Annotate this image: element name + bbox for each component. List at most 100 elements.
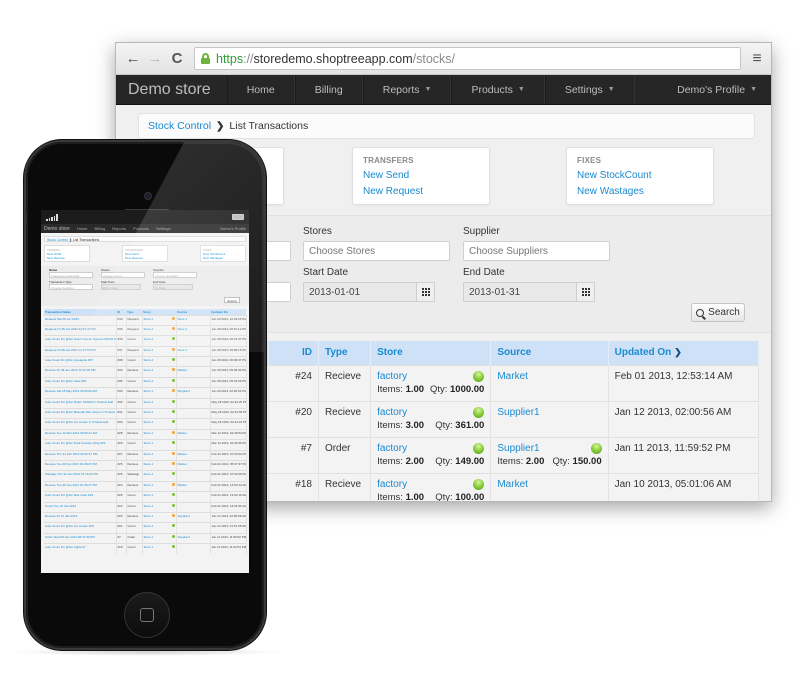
phone-transaction-name[interactable]: Recieve Fri 11 Jan 2013 xyxy=(44,511,117,523)
phone-new-request-link[interactable]: New Request xyxy=(125,256,165,260)
phone-nav-billing[interactable]: Billing xyxy=(95,226,106,231)
source-link[interactable]: Supplier1 xyxy=(497,443,539,454)
phone-store-cell[interactable]: Store 1 xyxy=(142,449,177,461)
store-link[interactable]: factory xyxy=(377,371,407,382)
phone-store-cell[interactable]: Store 1 xyxy=(142,491,177,503)
phone-store-cell[interactable]: Store 2 xyxy=(142,345,177,357)
phone-nav-profile[interactable]: Demo's Profile xyxy=(220,226,246,231)
store-link[interactable]: factory xyxy=(377,443,407,454)
header-type[interactable]: Type xyxy=(318,341,372,365)
header-store[interactable]: Store xyxy=(370,341,492,365)
phone-source-link[interactable] xyxy=(176,397,211,409)
phone-store-link[interactable]: Store 2 xyxy=(144,327,154,331)
phone-source-link[interactable]: Supplier1 xyxy=(176,511,211,523)
new-request-link[interactable]: New Request xyxy=(363,186,489,197)
hamburger-menu-icon[interactable]: ≡ xyxy=(749,50,765,68)
phone-transaction-name[interactable]: Recieve Thu 21 Feb 2013 02:02:27 PM xyxy=(44,449,117,461)
phone-store-link[interactable]: Store 2 xyxy=(144,348,154,352)
phone-store-link[interactable]: Store 2 xyxy=(144,400,154,404)
phone-store-cell[interactable]: Store 1 xyxy=(142,543,177,554)
phone-store-cell[interactable]: Store 2 xyxy=(142,397,177,409)
phone-store-cell[interactable]: Store 1 xyxy=(142,532,177,544)
phone-source-link[interactable] xyxy=(176,522,211,534)
nav-billing[interactable]: Billing xyxy=(294,75,363,104)
phone-source-link[interactable] xyxy=(176,356,211,367)
phone-new-wastages-link[interactable]: New Wastages xyxy=(203,256,243,260)
phone-store-link[interactable]: Store 1 xyxy=(144,462,154,466)
phone-source-link[interactable] xyxy=(176,501,211,513)
phone-store-cell[interactable]: Store 1 xyxy=(142,459,177,471)
phone-store-link[interactable]: Store 1 xyxy=(144,452,154,456)
phone-source-link[interactable] xyxy=(176,439,211,451)
phone-source-link[interactable]: Market xyxy=(176,459,211,471)
phone-nav-products[interactable]: Products xyxy=(133,226,149,231)
phone-source-link[interactable]: Supplier1 xyxy=(176,532,211,544)
phone-start-date-input[interactable]: From Date xyxy=(101,284,141,290)
nav-reports[interactable]: Reports ▼ xyxy=(362,75,452,104)
phone-transaction-name[interactable]: Request Fri 28 Jun 2013 12:27:56 PM xyxy=(44,345,117,357)
phone-source-link[interactable]: Market xyxy=(176,428,211,440)
phone-breadcrumb-parent[interactable]: Stock Control xyxy=(47,238,68,242)
phone-end-date-input[interactable]: To Date xyxy=(153,284,193,290)
phone-store-cell[interactable]: Store 1 xyxy=(142,501,177,513)
phone-supplier-input[interactable]: Choose Suppliers xyxy=(153,272,197,278)
phone-transaction-name[interactable]: Count Tue 15 Jan 2013 xyxy=(44,501,117,513)
phone-store-link[interactable]: Store 1 xyxy=(144,441,154,445)
phone-transaction-name[interactable]: Auto Count Fix @For Dark Fantasy 100g #2… xyxy=(44,439,117,451)
phone-nav-home[interactable]: Home xyxy=(77,226,88,231)
header-source[interactable]: Source xyxy=(490,341,609,365)
phone-transaction-name[interactable]: Auto Count Fix @For pineapple #37 xyxy=(44,356,117,367)
phone-nav-reports[interactable]: Reports xyxy=(112,226,126,231)
phone-store-link[interactable]: Store 1 xyxy=(144,504,154,508)
start-date-calendar-button[interactable] xyxy=(416,282,435,302)
phone-store-link[interactable]: Store 2 xyxy=(144,368,154,372)
phone-store-cell[interactable]: Store 1 xyxy=(142,522,177,534)
stores-input[interactable] xyxy=(303,241,450,261)
phone-transaction-name[interactable]: Request Fri 28 Jun 2013 12:27:42 PM xyxy=(44,324,117,336)
phone-type-input[interactable]: Choose Sections xyxy=(49,284,93,290)
end-date-calendar-button[interactable] xyxy=(576,282,595,302)
phone-transaction-name[interactable]: Auto Count Fix @For Diet Coke #24 xyxy=(44,491,117,503)
phone-transaction-name[interactable]: Recieve Fri 28 Jun 2013 12:12:35 PM xyxy=(44,366,117,378)
phone-transaction-name[interactable]: Recieve Tue 29 Jan 2013 01:38:47 PM xyxy=(44,480,117,492)
phone-store-cell[interactable]: Store 2 xyxy=(142,335,177,347)
phone-stores-input[interactable]: Choose Stores xyxy=(101,272,145,278)
phone-transaction-name[interactable]: Recieve Sat 18 May 2013 05:03:26 AM xyxy=(44,387,117,399)
search-button[interactable]: Search xyxy=(691,303,745,322)
phone-transaction-name[interactable]: Recieve Tue 12 Mar 2013 06:08:41 AM xyxy=(44,428,117,440)
nav-products[interactable]: Products ▼ xyxy=(451,75,545,104)
back-button[interactable]: ← xyxy=(122,48,144,70)
new-stockcount-link[interactable]: New StockCount xyxy=(577,170,713,181)
phone-source-link[interactable] xyxy=(176,491,211,503)
phone-source-link[interactable]: Store 1 xyxy=(176,324,211,336)
phone-source-link[interactable] xyxy=(176,470,211,482)
phone-store-link[interactable]: Store 2 xyxy=(144,337,154,341)
source-link[interactable]: Market xyxy=(497,479,528,490)
phone-store-cell[interactable]: Store 1 xyxy=(142,439,177,451)
address-bar[interactable]: https://storedemo.shoptreeapp.com/stocks… xyxy=(194,47,741,70)
reload-button[interactable]: C xyxy=(166,48,188,70)
phone-store-cell[interactable]: Store 2 xyxy=(142,407,177,419)
phone-store-cell[interactable]: Store 2 xyxy=(142,376,177,388)
phone-store-link[interactable]: Store 1 xyxy=(144,472,154,476)
supplier-input[interactable] xyxy=(463,241,610,261)
home-button[interactable] xyxy=(124,592,170,638)
phone-store-link[interactable]: Store 1 xyxy=(144,514,154,518)
phone-store-link[interactable]: Store 1 xyxy=(144,535,154,539)
header-id[interactable]: ID xyxy=(268,341,319,365)
nav-home[interactable]: Home xyxy=(226,75,295,104)
phone-transaction-name[interactable]: Wastage Thu 31 Jan 2013 07:16:01 PM xyxy=(44,470,117,482)
phone-source-link[interactable] xyxy=(176,418,211,430)
header-updated-on[interactable]: Updated On ❯ xyxy=(608,341,760,365)
phone-name-input[interactable]: Transaction Name/ID xyxy=(49,272,93,278)
phone-transaction-name[interactable]: Auto Count Fix @For cake #36 xyxy=(44,376,117,388)
phone-transaction-name[interactable]: Request Sat 29 Jun 2013 xyxy=(44,314,117,326)
phone-store-link[interactable]: Store 1 xyxy=(144,389,154,393)
new-wastages-link[interactable]: New Wastages xyxy=(577,186,713,197)
brand-logo[interactable]: Demo store xyxy=(116,75,227,104)
source-link[interactable]: Market xyxy=(497,371,528,382)
phone-store-cell[interactable]: Store 2 xyxy=(142,366,177,378)
phone-store-cell[interactable]: Store 2 xyxy=(142,356,177,367)
source-link[interactable]: Supplier1 xyxy=(497,407,539,418)
phone-search-button[interactable]: Search xyxy=(224,297,240,303)
